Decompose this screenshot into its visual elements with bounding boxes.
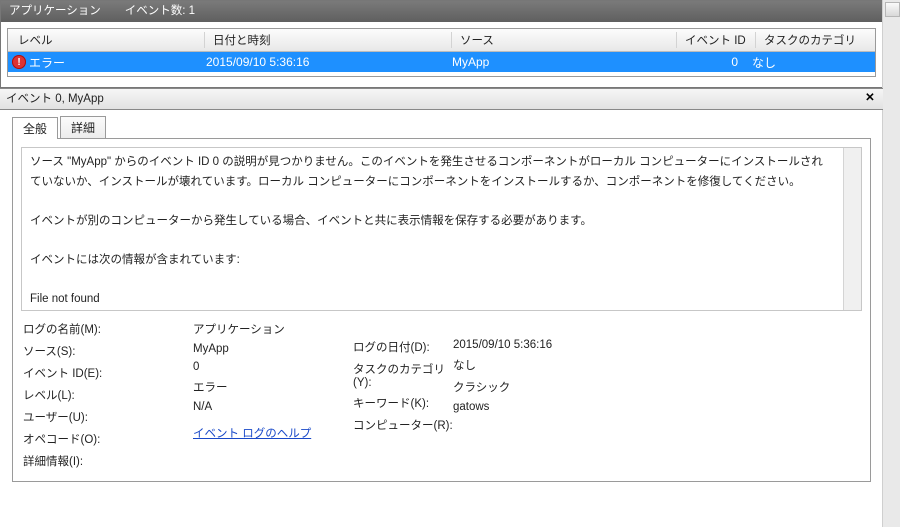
- desc-line3: イベントには次の情報が含まれています:: [30, 254, 240, 266]
- description-box[interactable]: ソース "MyApp" からのイベント ID 0 の説明が見つかりません。このイ…: [21, 147, 862, 311]
- event-properties: ログの名前(M): ソース(S): イベント ID(E): レベル(L): ユー…: [21, 321, 862, 469]
- val-event-id: 0: [193, 361, 353, 373]
- lbl-source: ソース(S):: [23, 343, 193, 359]
- val-level: エラー: [193, 379, 353, 395]
- lbl-computer: コンピューター(R):: [353, 417, 453, 433]
- lbl-opcode: オペコード(O):: [23, 431, 193, 447]
- tab-details[interactable]: 詳細: [60, 116, 106, 138]
- val-log-name: アプリケーション: [193, 321, 353, 337]
- cell-event-id: 0: [668, 55, 744, 69]
- table-row[interactable]: ! エラー 2015/09/10 5:36:16 MyApp 0 なし: [8, 52, 875, 72]
- val-keywords: クラシック: [453, 379, 653, 395]
- tab-general[interactable]: 全般: [12, 117, 58, 139]
- lbl-event-id: イベント ID(E):: [23, 365, 193, 381]
- detail-header: イベント 0, MyApp ✕: [0, 88, 883, 110]
- cell-source: MyApp: [444, 55, 668, 69]
- event-count-label: イベント数: 1: [125, 1, 195, 22]
- cell-datetime: 2015/09/10 5:36:16: [198, 55, 444, 69]
- right-scrollbar[interactable]: [882, 0, 900, 527]
- detail-title: イベント 0, MyApp: [6, 93, 104, 105]
- lbl-keywords: キーワード(K):: [353, 395, 453, 411]
- desc-line1: ソース "MyApp" からのイベント ID 0 の説明が見つかりません。このイ…: [30, 156, 823, 188]
- cell-level: エラー: [29, 54, 65, 71]
- lbl-user: ユーザー(U):: [23, 409, 193, 425]
- event-grid: レベル 日付と時刻 ソース イベント ID タスクのカテゴリ ! エラー 201…: [7, 28, 876, 77]
- col-source[interactable]: ソース: [452, 32, 677, 48]
- error-icon: !: [12, 55, 26, 69]
- tab-general-body: ソース "MyApp" からのイベント ID 0 の説明が見つかりません。このイ…: [12, 138, 871, 482]
- event-detail-panel: イベント 0, MyApp ✕ 全般 詳細 ソース "MyApp" からのイベン…: [0, 88, 883, 482]
- scroll-thumb[interactable]: [885, 2, 900, 17]
- lbl-level: レベル(L):: [23, 387, 193, 403]
- lbl-task-cat: タスクのカテゴリ(Y):: [353, 361, 453, 389]
- col-level[interactable]: レベル: [8, 32, 205, 48]
- desc-info: File not found: [30, 293, 100, 305]
- lbl-log-name: ログの名前(M):: [23, 321, 193, 337]
- event-log-help-link[interactable]: イベント ログのヘルプ: [193, 425, 353, 441]
- col-datetime[interactable]: 日付と時刻: [205, 32, 452, 48]
- val-user: N/A: [193, 401, 353, 413]
- close-icon[interactable]: ✕: [863, 91, 877, 105]
- desc-line2: イベントが別のコンピューターから発生している場合、イベントと共に表示情報を保存す…: [30, 215, 592, 227]
- lbl-more-info: 詳細情報(I):: [23, 453, 193, 469]
- col-event-id[interactable]: イベント ID: [677, 32, 756, 48]
- event-list-header: アプリケーション イベント数: 1: [1, 1, 882, 22]
- event-grid-header: レベル 日付と時刻 ソース イベント ID タスクのカテゴリ: [8, 29, 875, 52]
- desc-scrollbar[interactable]: [843, 148, 861, 310]
- val-task-cat: なし: [453, 357, 653, 373]
- lbl-logged: ログの日付(D):: [353, 339, 453, 355]
- event-list-panel: アプリケーション イベント数: 1 レベル 日付と時刻 ソース イベント ID …: [0, 0, 883, 88]
- col-category[interactable]: タスクのカテゴリ: [756, 32, 875, 48]
- val-computer: gatows: [453, 401, 653, 413]
- detail-tabs: 全般 詳細: [0, 110, 883, 138]
- val-source: MyApp: [193, 343, 353, 355]
- cell-category: なし: [744, 54, 875, 71]
- val-logged: 2015/09/10 5:36:16: [453, 339, 653, 351]
- log-name-title: アプリケーション: [9, 1, 101, 22]
